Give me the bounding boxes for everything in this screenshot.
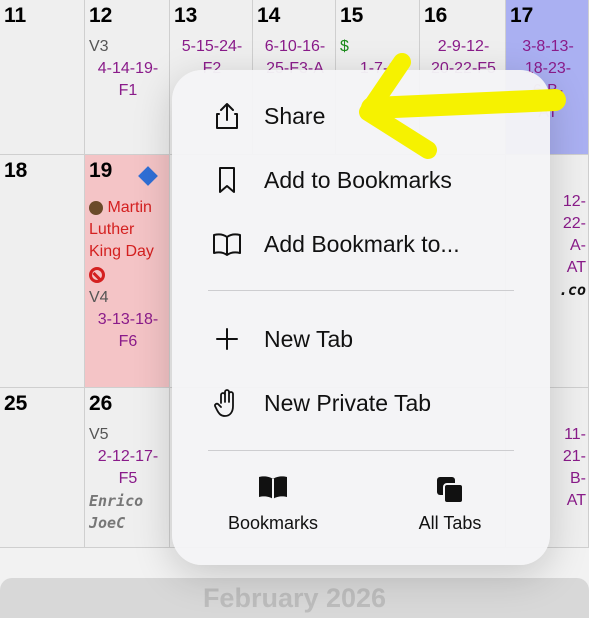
- day-number: 13: [174, 4, 198, 27]
- day-number: 16: [424, 4, 448, 27]
- hand-icon: [212, 388, 242, 418]
- week-label: V4: [89, 289, 109, 306]
- combo-text: 3-13-18-: [97, 311, 159, 328]
- day-number: 11: [4, 4, 27, 27]
- combo-text: F1: [118, 82, 138, 99]
- day-number: 12: [89, 4, 113, 27]
- day-cell-18[interactable]: 18: [0, 155, 85, 388]
- menu-item-label: Add to Bookmarks: [264, 166, 452, 193]
- day-number: 17: [510, 4, 534, 27]
- menu-item-label: New Tab: [264, 325, 354, 352]
- all-tabs-label: All Tabs: [418, 513, 482, 533]
- day-number: 25: [4, 392, 28, 415]
- all-tabs-button[interactable]: All Tabs: [375, 475, 525, 534]
- combo-text: 4-14-19-: [97, 60, 159, 77]
- diamond-icon: [138, 166, 158, 186]
- combo-text: 2-12-17-: [97, 448, 159, 465]
- tabs-icon: [375, 475, 525, 505]
- day-number: 14: [257, 4, 281, 27]
- combo-text: 6-10-16-: [264, 38, 326, 55]
- menu-item-label: Add Bookmark to...: [264, 230, 460, 257]
- combo-text: 3-8-13-: [522, 38, 574, 55]
- month-footer: February 2026: [0, 578, 589, 618]
- day-cell-25[interactable]: 25: [0, 388, 85, 548]
- note-text: Enrico: [89, 492, 144, 510]
- share-icon: [212, 101, 242, 131]
- menu-item-label: New Private Tab: [264, 389, 432, 416]
- bookmarks-button[interactable]: Bookmarks: [198, 475, 348, 534]
- week-label: V5: [89, 426, 109, 443]
- menu-item-share[interactable]: Share: [172, 88, 550, 144]
- book-icon: [198, 475, 348, 505]
- day-number: 15: [340, 4, 364, 27]
- menu-divider: [208, 450, 514, 451]
- combo-text: F6: [118, 333, 138, 350]
- menu-item-add-bookmark[interactable]: Add to Bookmarks: [172, 152, 550, 208]
- day-number: 18: [4, 159, 28, 182]
- dollar-marker: $: [340, 38, 349, 55]
- week-label: V3: [89, 38, 109, 55]
- day-cell-11[interactable]: 11: [0, 0, 85, 155]
- note-text: JoeC: [89, 514, 126, 532]
- menu-item-new-tab[interactable]: New Tab: [172, 311, 550, 367]
- day-cell-19[interactable]: 19 Martin Luther King Day V4 3-13-18- F6: [85, 155, 170, 388]
- menu-item-new-private-tab[interactable]: New Private Tab: [172, 375, 550, 431]
- day-number: 19: [89, 159, 113, 182]
- book-open-icon: [212, 229, 242, 259]
- combo-text: 2-9-12-: [437, 38, 490, 55]
- no-entry-icon: [89, 267, 105, 283]
- month-title: February 2026: [202, 583, 387, 613]
- day-number: 26: [89, 392, 113, 415]
- combo-text: 5-15-24-: [181, 38, 243, 55]
- combo-text: F5: [118, 470, 138, 487]
- plus-icon: [212, 324, 242, 354]
- menu-divider: [208, 290, 514, 291]
- bookmarks-label: Bookmarks: [227, 513, 319, 533]
- menu-item-label: Share: [264, 102, 326, 129]
- context-menu: Share Add to Bookmarks Add Bookmark to..…: [172, 70, 550, 565]
- menu-item-add-bookmark-to[interactable]: Add Bookmark to...: [172, 216, 550, 272]
- bookmark-icon: [212, 165, 242, 195]
- holiday-icon: [89, 200, 103, 215]
- day-cell-12[interactable]: 12 V3 4-14-19- F1: [85, 0, 170, 155]
- day-cell-26[interactable]: 26 V5 2-12-17- F5 Enrico JoeC: [85, 388, 170, 548]
